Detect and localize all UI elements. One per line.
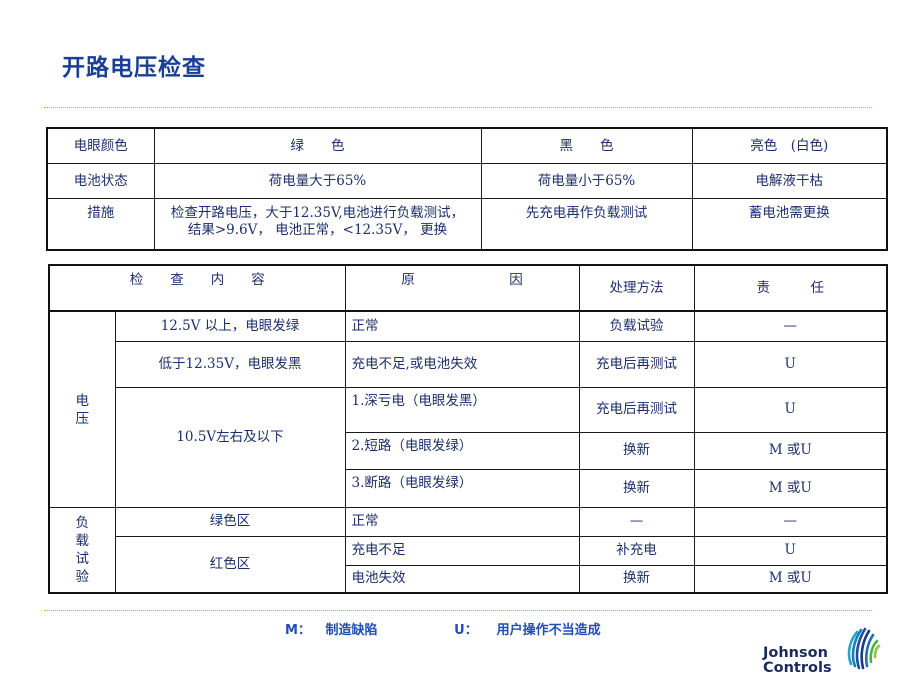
table-row: 电压 12.5V 以上，电眼发绿 正常 负载试验 —: [48, 310, 888, 508]
page-title: 开路电压检查: [62, 55, 206, 81]
cell: 检查开路电压，大于12.35V,电池进行负载测试，结果>9.6V， 电池正常，<…: [153, 198, 482, 251]
logo-line2: Controls: [763, 660, 832, 676]
logo-wordmark: Johnson Controls: [763, 646, 832, 676]
table-row: 电池状态 荷电量大于65% 荷电量小于65% 电解液干枯: [46, 163, 888, 199]
row-label: 电池状态: [46, 163, 155, 199]
condition: 10.5V左右及以下: [114, 386, 346, 508]
bottom-divider: [44, 610, 872, 611]
method: 换新: [578, 468, 695, 508]
cell: 荷电量大于65%: [153, 163, 482, 199]
row-label: 电眼颜色: [46, 127, 155, 164]
johnson-controls-logo: Johnson Controls: [763, 622, 893, 682]
legend-m-key: M：: [285, 623, 311, 638]
cell: 亮色 (白色): [691, 127, 888, 164]
cell: 绿 色: [153, 127, 482, 164]
method: 充电后再测试: [578, 386, 695, 433]
reason: 2.短路（电眼发绿）: [344, 431, 580, 470]
condition: 绿色区: [114, 506, 346, 537]
condition: 红色区: [114, 535, 346, 594]
legend-m-text: 制造缺陷: [325, 623, 378, 638]
header-method: 处理方法: [578, 264, 695, 312]
top-divider: [44, 107, 872, 108]
method: 换新: [578, 564, 695, 594]
reason: 充电不足,或电池失效: [344, 340, 580, 388]
header-content: 检 查 内 容: [48, 264, 346, 312]
category-voltage: 电压: [48, 310, 116, 508]
reason: 1.深亏电（电眼发黑）: [344, 386, 580, 433]
row-label: 措施: [46, 198, 155, 251]
legend-u-text: 用户操作不当造成: [496, 623, 601, 638]
reason: 正常: [344, 310, 580, 342]
reason: 充电不足: [344, 535, 580, 566]
responsibility: M 或U: [693, 564, 888, 594]
table-row: 10.5V左右及以下 1.深亏电（电眼发黑） 充电后再测试 U: [49, 386, 888, 508]
cell: 荷电量小于65%: [480, 163, 693, 199]
responsibility: —: [693, 310, 888, 342]
eye-color-table: 电眼颜色 绿 色 黑 色 亮色 (白色) 电池状态 荷电量大于65% 荷电量小于…: [46, 127, 888, 251]
reason: 3.断路（电眼发绿）: [344, 468, 580, 508]
logo-line1: Johnson: [763, 645, 828, 661]
legend: M： 制造缺陷 U： 用户操作不当造成: [285, 619, 601, 638]
method: 补充电: [578, 535, 695, 566]
condition: 低于12.35V，电眼发黑: [114, 340, 346, 388]
table-header-row: 检 查 内 容 原 因 处理方法 责 任: [48, 264, 888, 312]
table-row: 负载试验 绿色区 正常 — —: [48, 506, 888, 594]
table-row: 电眼颜色 绿 色 黑 色 亮色 (白色): [46, 127, 888, 164]
category-load-test: 负载试验: [48, 506, 116, 594]
responsibility: U: [693, 340, 888, 388]
responsibility: M 或U: [693, 431, 888, 470]
responsibility: M 或U: [693, 468, 888, 508]
globe-swirl-icon: [847, 627, 881, 670]
method: —: [578, 506, 695, 537]
inspection-table: 检 查 内 容 原 因 处理方法 责 任 电压 12.5V 以上，电眼发绿 正常…: [48, 264, 888, 594]
responsibility: U: [693, 535, 888, 566]
reason: 正常: [344, 506, 580, 537]
category-label: 电压: [75, 393, 90, 427]
condition: 12.5V 以上，电眼发绿: [114, 310, 346, 342]
cell: 黑 色: [480, 127, 693, 164]
method: 负载试验: [578, 310, 695, 342]
table-row: 低于12.35V，电眼发黑 充电不足,或电池失效 充电后再测试 U: [49, 340, 888, 388]
header-responsibility: 责 任: [693, 264, 888, 312]
cell: 先充电再作负载测试: [480, 198, 693, 251]
legend-u-key: U：: [454, 623, 478, 638]
cell: 电解液干枯: [691, 163, 888, 199]
responsibility: U: [693, 386, 888, 433]
responsibility: —: [693, 506, 888, 537]
category-label: 负载试验: [75, 514, 90, 585]
table-row: 红色区 充电不足 补充电 U: [49, 535, 888, 594]
cell: 蓄电池需更换: [691, 198, 888, 251]
table-row: 措施 检查开路电压，大于12.35V,电池进行负载测试，结果>9.6V， 电池正…: [46, 198, 888, 251]
method: 换新: [578, 431, 695, 470]
reason: 电池失效: [344, 564, 580, 594]
method: 充电后再测试: [578, 340, 695, 388]
header-reason: 原 因: [344, 264, 580, 312]
